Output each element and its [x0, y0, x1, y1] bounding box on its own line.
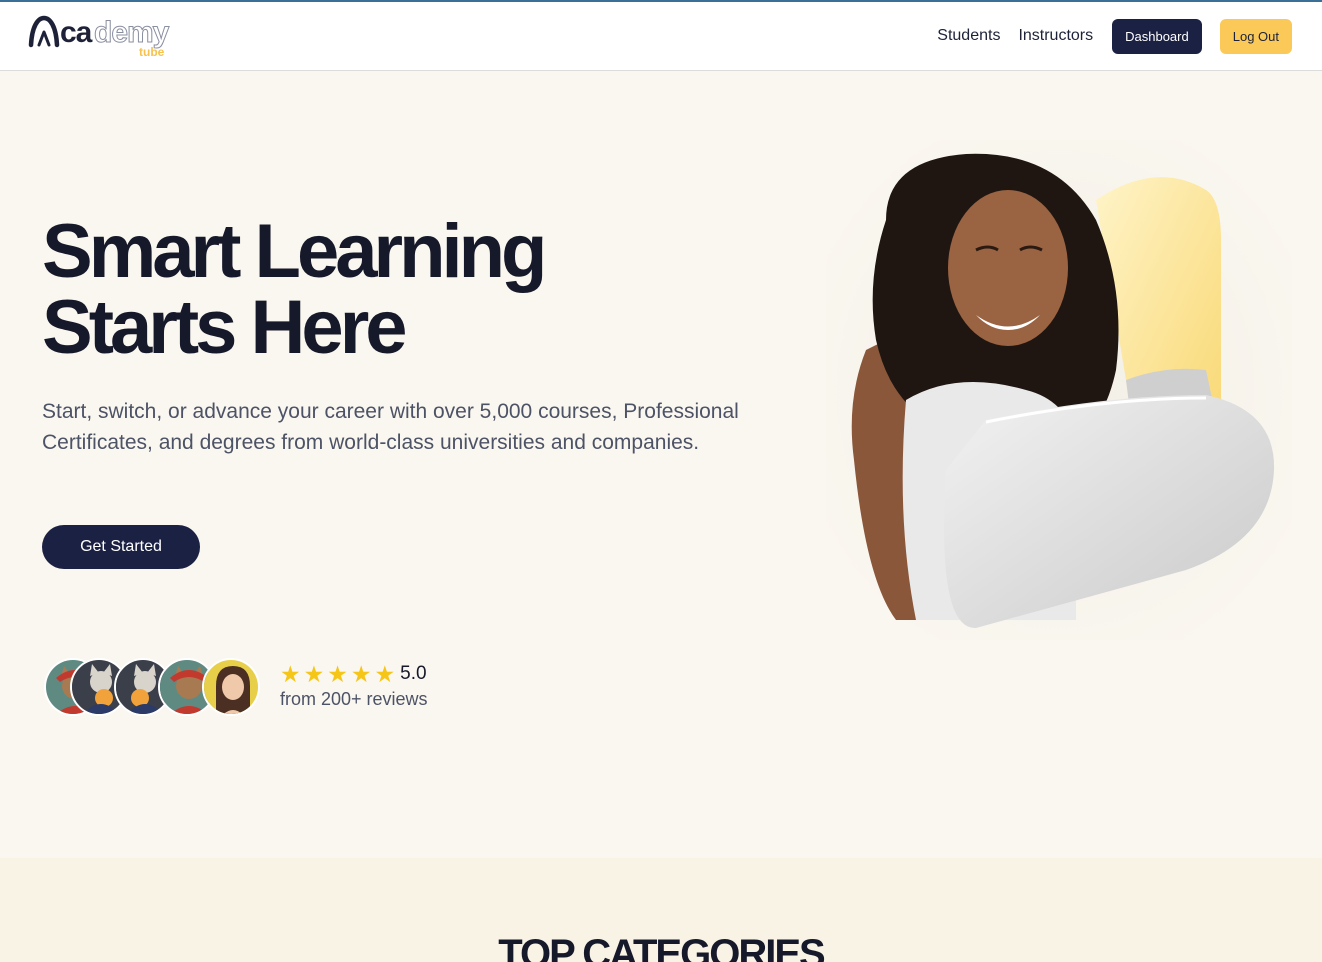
star-icon: ★ — [374, 661, 396, 687]
star-icon: ★ — [327, 661, 348, 687]
site-header: ca demy tube Students Instructors Dashbo… — [0, 2, 1322, 71]
hero-title-line-2: Starts Here — [42, 285, 408, 370]
main-nav: Students Instructors Dashboard Log Out — [937, 18, 1292, 54]
academy-tube-logo[interactable]: ca demy tube — [28, 14, 198, 60]
top-categories-heading: TOP CATEGORIES — [498, 932, 825, 962]
logo-mark-icon — [28, 15, 60, 48]
avatar — [202, 658, 260, 716]
star-icon: ★ — [350, 661, 372, 687]
get-started-button[interactable]: Get Started — [42, 525, 200, 569]
student-laptop-illustration — [826, 140, 1292, 640]
rating-block: ★ ★ ★ ★ ★ 5.0 from 200+ reviews — [280, 662, 428, 710]
reviewer-avatars — [44, 658, 264, 718]
logo-text-outline: demy — [93, 16, 169, 49]
dashboard-button[interactable]: Dashboard — [1112, 18, 1202, 54]
categories-section: TOP CATEGORIES — [0, 858, 1322, 962]
logo-text-sub: tube — [139, 45, 165, 59]
nav-link-instructors[interactable]: Instructors — [1018, 27, 1093, 45]
star-icon: ★ — [280, 661, 301, 687]
hero-title: Smart Learning Starts Here — [42, 214, 662, 366]
star-icon: ★ — [303, 661, 325, 687]
hero-title-line-1: Smart Learning — [42, 209, 547, 294]
rating-score: 5.0 — [400, 663, 427, 684]
logout-button[interactable]: Log Out — [1219, 18, 1292, 54]
hero-subtitle: Start, switch, or advance your career wi… — [42, 400, 739, 454]
reviews-count: from 200+ reviews — [280, 689, 428, 709]
hero-image — [826, 140, 1292, 640]
star-rating: ★ ★ ★ ★ ★ 5.0 — [280, 662, 428, 686]
logo-text-main: ca — [60, 16, 92, 49]
nav-link-students[interactable]: Students — [937, 27, 1000, 45]
